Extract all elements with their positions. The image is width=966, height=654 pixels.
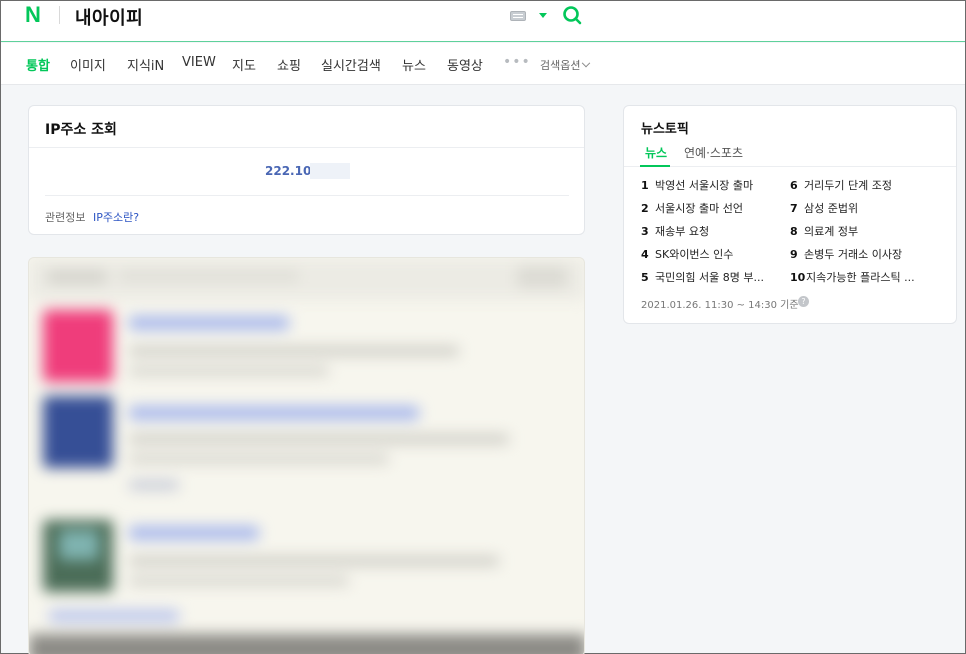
naver-logo[interactable]: N [25,4,45,26]
ip-address-masked [310,163,350,179]
topic-rank: 5 [641,271,649,284]
news-topic-title: 뉴스토픽 [641,122,689,137]
blurred-content [29,258,584,654]
topic-rank: 6 [790,179,798,192]
topic-text: SK와이번스 인수 [655,248,734,261]
topic-rank: 3 [641,225,649,238]
ip-card-title: IP주소 조회 [45,122,117,138]
tab-images[interactable]: 이미지 [70,55,106,74]
search-options-button[interactable]: 검색옵션 [540,57,591,73]
caret-down-icon[interactable] [539,13,547,18]
topic-text: 국민의힘 서울 8명 부... [655,271,764,284]
divider [624,166,956,167]
help-icon[interactable]: ? [798,296,809,307]
tab-news[interactable]: 뉴스 [402,55,426,74]
tab-news-topic[interactable]: 뉴스 [645,144,667,161]
tab-integrated[interactable]: 통합 [26,55,50,74]
search-tabs: 통합 이미지 지식iN VIEW 지도 쇼핑 실시간검색 뉴스 동영상 ••• … [1,43,965,85]
topic-item[interactable]: 1 박영선 서울시장 출마 [641,177,753,193]
topic-text: 재송부 요청 [655,225,710,238]
ip-lookup-card: IP주소 조회 222.102 관련정보 IP주소란? [28,105,585,235]
more-tabs-button[interactable]: ••• [503,54,531,70]
topic-item[interactable]: 5 국민의힘 서울 8명 부... [641,269,764,285]
topic-rank: 7 [790,202,798,215]
tab-view[interactable]: VIEW [182,55,216,70]
topic-text: 서울시장 출마 선언 [655,202,743,215]
topic-rank: 2 [641,202,649,215]
ip-address-info-link[interactable]: IP주소란? [93,209,139,225]
topic-rank: 9 [790,248,798,261]
topic-text: 손병두 거래소 이사장 [804,248,903,261]
topic-item[interactable]: 8 의료계 정부 [790,223,858,239]
topic-text: 지속가능한 플라스틱 ... [806,271,915,284]
tab-entertainment-sports[interactable]: 연예·스포츠 [684,144,743,161]
tab-video[interactable]: 동영상 [447,55,483,74]
topic-item[interactable]: 9 손병두 거래소 이사장 [790,246,902,262]
divider [45,195,569,196]
news-topic-card: 뉴스토픽 뉴스 연예·스포츠 1 박영선 서울시장 출마 2 서울시장 출마 선언 … [623,105,957,324]
active-tab-indicator [640,165,670,167]
topic-item[interactable]: 7 삼성 준법위 [790,200,858,216]
tab-realtime-search[interactable]: 실시간검색 [321,55,381,74]
topic-item[interactable]: 3 재송부 요청 [641,223,709,239]
topic-item[interactable]: 2 서울시장 출마 선언 [641,200,743,216]
header-divider [59,6,60,24]
topic-item[interactable]: 6 거리두기 단계 조정 [790,177,892,193]
topic-rank: 10 [790,271,806,284]
search-icon[interactable] [562,5,582,25]
header: N 내아이피 [1,1,965,42]
topic-text: 거리두기 단계 조정 [804,179,892,192]
topic-rank: 1 [641,179,649,192]
keyboard-icon[interactable] [510,11,526,21]
topic-text: 삼성 준법위 [804,202,859,215]
tab-shopping[interactable]: 쇼핑 [277,55,301,74]
topic-text: 박영선 서울시장 출마 [655,179,754,192]
topic-rank: 4 [641,248,649,261]
tab-knowledge-in[interactable]: 지식iN [127,55,164,74]
topic-item[interactable]: 4 SK와이번스 인수 [641,246,733,262]
divider [29,147,584,148]
search-options-label: 검색옵션 [540,59,581,72]
tab-map[interactable]: 지도 [232,55,256,74]
topic-rank: 8 [790,225,798,238]
topic-timestamp: 2021.01.26. 11:30 ~ 14:30 기준 [641,300,799,311]
chevron-down-icon [582,58,591,68]
search-query[interactable]: 내아이피 [75,4,143,30]
blurred-results [28,257,585,654]
related-info-label: 관련정보 [45,211,86,224]
topic-item[interactable]: 10지속가능한 플라스틱 ... [790,269,915,285]
topic-text: 의료계 정부 [804,225,859,238]
